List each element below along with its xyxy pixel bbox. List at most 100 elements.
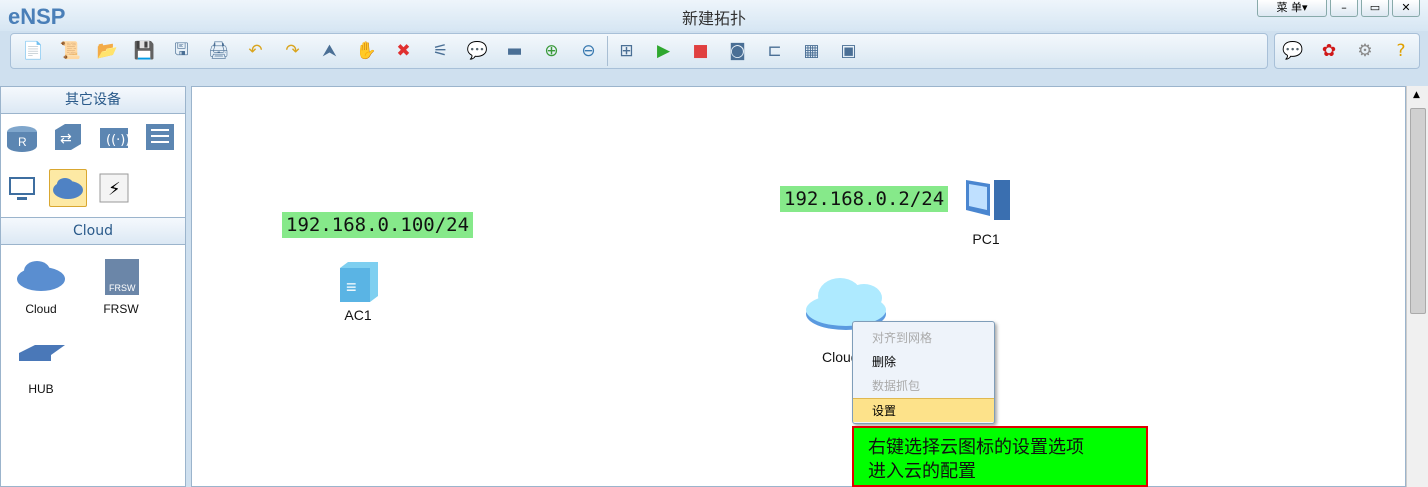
menu-item-settings[interactable]: 设置 xyxy=(853,398,994,422)
settings-button[interactable]: ⚙ xyxy=(1350,36,1380,66)
fit-icon: ⊞ xyxy=(619,41,634,61)
pc1-label: PC1 xyxy=(972,231,1000,247)
huawei-button[interactable]: ✿ xyxy=(1314,36,1344,66)
scrollbar-thumb[interactable] xyxy=(1410,108,1426,314)
device-label: FRSW xyxy=(103,302,139,316)
context-menu: 对齐到网格 删除 数据抓包 设置 xyxy=(852,321,995,424)
svg-text:⚡: ⚡ xyxy=(108,179,121,200)
wireless-category-icon[interactable]: ((·)) xyxy=(95,118,133,156)
delete-link-icon: ⚟ xyxy=(432,41,449,61)
main-toolbar: 📄 📜 📂 💾 🖫 🖨 ↶ ↷ ⮝ ✋ ✖ ⚟ 💬 ▬ ⊕ ⊖ ⊞ ▶ ■ ◙ ⊏ ▦ ▣ xyxy=(10,33,1268,69)
huawei-icon: ✿ xyxy=(1321,41,1337,61)
close-button[interactable]: ✕ xyxy=(1392,0,1420,17)
help-button[interactable]: ? xyxy=(1386,36,1416,66)
device-label: HUB xyxy=(28,382,54,396)
save-button[interactable]: 💾 xyxy=(126,36,163,66)
cloud-category-icon[interactable] xyxy=(49,169,87,207)
note-line: 进入云的配置 xyxy=(868,461,976,482)
capture-icon: ◙ xyxy=(729,41,746,61)
new-topology-button[interactable]: 📄 xyxy=(15,36,52,66)
svg-text:⇄: ⇄ xyxy=(60,131,72,147)
pc-category-icon[interactable] xyxy=(3,169,41,207)
terminal-button[interactable]: ▣ xyxy=(830,36,867,66)
device-label: Cloud xyxy=(25,302,57,316)
note-line: 右键选择云图标的设置选项 xyxy=(868,437,1084,458)
svg-text:((·)): ((·)) xyxy=(106,133,130,148)
undo-button[interactable]: ↶ xyxy=(237,36,274,66)
annotation-note: 右键选择云图标的设置选项 进入云的配置 xyxy=(852,426,1148,487)
menu-item-align-grid[interactable]: 对齐到网格 xyxy=(853,326,994,350)
pc1-ip-label[interactable]: 192.168.0.2/24 xyxy=(780,186,949,212)
capture-button[interactable]: ◙ xyxy=(719,36,756,66)
device-hub[interactable]: HUB xyxy=(1,331,81,411)
table-button[interactable]: ▦ xyxy=(793,36,830,66)
redo-icon: ↷ xyxy=(285,41,300,61)
palette-button[interactable]: ▬ xyxy=(496,36,533,66)
svg-text:≡: ≡ xyxy=(346,277,357,297)
ac1-node[interactable]: ≡ AC1 xyxy=(332,260,384,323)
topology-icon: ⊏ xyxy=(767,41,782,61)
open-button[interactable]: 📂 xyxy=(89,36,126,66)
settings-icon: ⚙ xyxy=(1357,41,1373,61)
pc-icon xyxy=(966,180,1010,220)
stop-icon: ■ xyxy=(692,41,709,61)
new-topology-icon: 📄 xyxy=(22,41,45,61)
help-icon: ? xyxy=(1396,41,1406,61)
text-button[interactable]: 💬 xyxy=(459,36,496,66)
menu-button[interactable]: 菜 单▾ xyxy=(1257,0,1327,17)
devices-title: Cloud xyxy=(1,218,185,245)
zoom-out-button[interactable]: ⊖ xyxy=(570,36,607,66)
undo-icon: ↶ xyxy=(248,41,263,61)
start-button[interactable]: ▶ xyxy=(645,36,682,66)
menu-item-delete[interactable]: 删除 xyxy=(853,350,994,374)
stop-button[interactable]: ■ xyxy=(682,36,719,66)
device-panel: 其它设备 R ⇄ ((·)) ⚡ Cloud Cloud FRSW FRSW HU… xyxy=(0,86,186,487)
zoom-out-icon: ⊖ xyxy=(581,41,596,61)
zoom-in-button[interactable]: ⊕ xyxy=(533,36,570,66)
delete-link-button[interactable]: ⚟ xyxy=(422,36,459,66)
save-as-icon: 🖫 xyxy=(174,39,189,60)
save-as-button[interactable]: 🖫 xyxy=(163,36,200,66)
ac1-label: AC1 xyxy=(344,307,372,323)
device-cloud[interactable]: Cloud xyxy=(1,251,81,331)
pan-button[interactable]: ✋ xyxy=(348,36,385,66)
open-icon: 📂 xyxy=(96,41,119,61)
svg-text:FRSW: FRSW xyxy=(109,283,136,293)
pan-icon: ✋ xyxy=(355,41,378,61)
palette-icon: ▬ xyxy=(506,41,523,61)
new-example-button[interactable]: 📜 xyxy=(52,36,89,66)
firewall-category-icon[interactable] xyxy=(141,118,179,156)
maximize-button[interactable]: ▭ xyxy=(1361,0,1389,17)
fit-button[interactable]: ⊞ xyxy=(608,36,645,66)
chat-button[interactable]: 💬 xyxy=(1278,36,1308,66)
zoom-in-icon: ⊕ xyxy=(544,41,559,61)
router-category-icon[interactable]: R xyxy=(3,118,41,156)
ac-icon: ≡ xyxy=(340,262,378,302)
select-icon: ⮝ xyxy=(322,41,337,61)
right-toolbar: 💬 ✿ ⚙? xyxy=(1274,33,1420,69)
print-icon: 🖨 xyxy=(207,41,230,61)
delete-icon: ✖ xyxy=(396,41,411,61)
redo-button[interactable]: ↷ xyxy=(274,36,311,66)
device-frsw[interactable]: FRSW FRSW xyxy=(81,251,161,331)
menu-item-capture[interactable]: 数据抓包 xyxy=(853,374,994,398)
save-icon: 💾 xyxy=(133,41,156,61)
print-button[interactable]: 🖨 xyxy=(200,36,237,66)
svg-text:R: R xyxy=(18,135,27,149)
terminal-icon: ▣ xyxy=(840,41,857,61)
select-button[interactable]: ⮝ xyxy=(311,36,348,66)
pc1-node[interactable]: PC1 xyxy=(960,176,1012,247)
delete-button[interactable]: ✖ xyxy=(385,36,422,66)
minimize-button[interactable]: – xyxy=(1330,0,1358,17)
ac1-ip-label[interactable]: 192.168.0.100/24 xyxy=(282,212,474,238)
window-title: 新建拓扑 xyxy=(681,9,746,28)
text-icon: 💬 xyxy=(466,41,489,61)
vertical-scrollbar[interactable]: ▲ xyxy=(1406,86,1428,487)
switch-category-icon[interactable]: ⇄ xyxy=(49,118,87,156)
table-icon: ▦ xyxy=(803,41,820,61)
new-example-icon: 📜 xyxy=(59,41,82,61)
category-title: 其它设备 xyxy=(1,87,185,114)
power-category-icon[interactable]: ⚡ xyxy=(95,169,133,207)
chat-icon: 💬 xyxy=(1282,41,1304,61)
topology-button[interactable]: ⊏ xyxy=(756,36,793,66)
